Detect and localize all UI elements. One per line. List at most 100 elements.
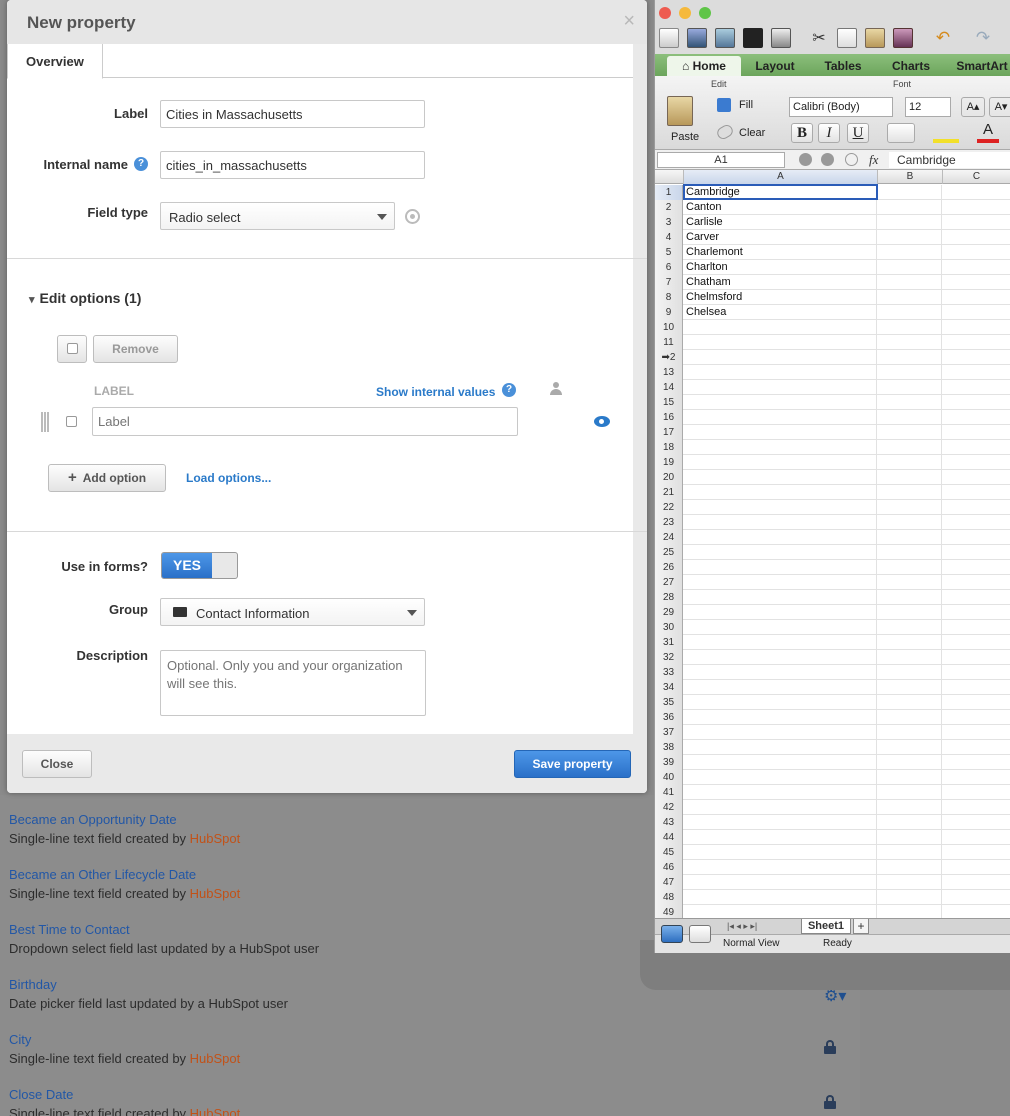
row-header[interactable]: 6 — [655, 260, 683, 275]
italic-button[interactable]: I — [818, 123, 840, 143]
cell-a[interactable] — [684, 620, 877, 635]
cell-a[interactable]: Chelsea — [684, 305, 877, 320]
name-box[interactable]: A1 — [657, 152, 785, 168]
cell-a[interactable]: Charlton — [684, 260, 877, 275]
cancel-entry-icon[interactable] — [799, 153, 812, 166]
cell-b[interactable] — [878, 410, 942, 425]
font-name-select[interactable]: Calibri (Body) — [789, 97, 893, 117]
property-name-link[interactable]: Became an Opportunity Date — [9, 812, 240, 827]
underline-button[interactable]: U — [847, 123, 869, 143]
row-header[interactable]: 37 — [655, 725, 683, 740]
cell-b[interactable] — [878, 350, 942, 365]
cell-a[interactable] — [684, 335, 877, 350]
save-icon[interactable] — [743, 28, 763, 48]
add-sheet-button[interactable]: + — [853, 919, 869, 934]
label-input[interactable] — [160, 100, 425, 128]
select-all-checkbox[interactable] — [67, 343, 78, 354]
column-header-a[interactable]: A — [684, 170, 878, 184]
cell-b[interactable] — [878, 275, 942, 290]
cell-b[interactable] — [878, 800, 942, 815]
cell-b[interactable] — [878, 515, 942, 530]
row-header[interactable]: 10 — [655, 320, 683, 335]
cell-b[interactable] — [878, 470, 942, 485]
property-name-link[interactable]: City — [9, 1032, 240, 1047]
cell-a[interactable] — [684, 845, 877, 860]
cell-b[interactable] — [878, 650, 942, 665]
cell-a[interactable] — [684, 770, 877, 785]
cell-b[interactable] — [878, 635, 942, 650]
paste-label[interactable]: Paste — [671, 131, 699, 143]
format-painter-icon[interactable] — [893, 28, 913, 48]
close-button[interactable]: Close — [22, 750, 92, 778]
list-item[interactable]: Best Time to Contact Dropdown select fie… — [9, 922, 319, 956]
row-header[interactable]: 19 — [655, 455, 683, 470]
row-header[interactable]: 35 — [655, 695, 683, 710]
cell-b[interactable] — [878, 305, 942, 320]
cell-b[interactable] — [878, 365, 942, 380]
cut-icon[interactable]: ✂ — [809, 28, 829, 48]
row-header[interactable]: 46 — [655, 860, 683, 875]
fill-icon[interactable] — [717, 98, 731, 112]
cell-a[interactable] — [684, 605, 877, 620]
bold-button[interactable]: B — [791, 123, 813, 143]
cell-a[interactable] — [684, 875, 877, 890]
cell-a[interactable] — [684, 590, 877, 605]
row-header[interactable]: 24 — [655, 530, 683, 545]
zoom-window-icon[interactable] — [699, 7, 711, 19]
load-options-link[interactable]: Load options... — [186, 471, 271, 485]
list-item[interactable]: Became an Other Lifecycle Date Single-li… — [9, 867, 240, 901]
cell-a[interactable] — [684, 410, 877, 425]
row-header[interactable]: 11 — [655, 335, 683, 350]
option-checkbox[interactable] — [66, 416, 77, 427]
row-header[interactable]: 38 — [655, 740, 683, 755]
internal-name-input[interactable] — [160, 151, 425, 179]
cell-a[interactable] — [684, 665, 877, 680]
page-layout-view-icon[interactable] — [689, 925, 711, 943]
row-header[interactable]: 9 — [655, 305, 683, 320]
cell-b[interactable] — [878, 740, 942, 755]
help-icon[interactable]: ? — [502, 383, 516, 397]
cell-a[interactable] — [684, 710, 877, 725]
redo-icon[interactable]: ↷ — [973, 28, 993, 48]
cell-b[interactable] — [878, 590, 942, 605]
row-header[interactable]: 28 — [655, 590, 683, 605]
row-header[interactable]: 42 — [655, 800, 683, 815]
cell-b[interactable] — [878, 785, 942, 800]
cell-b[interactable] — [878, 770, 942, 785]
tab-smartart[interactable]: SmartArt — [947, 56, 1010, 76]
list-item[interactable]: Birthday Date picker field last updated … — [9, 977, 288, 1011]
cell-b[interactable] — [878, 440, 942, 455]
row-header[interactable]: 2 — [655, 200, 683, 215]
cell-a[interactable] — [684, 680, 877, 695]
cell-b[interactable] — [878, 665, 942, 680]
cell-b[interactable] — [878, 425, 942, 440]
cell-a[interactable] — [684, 830, 877, 845]
save-property-button[interactable]: Save property — [514, 750, 631, 778]
field-type-select[interactable]: Radio select — [160, 202, 395, 230]
clear-button[interactable]: Clear — [739, 127, 765, 139]
row-header[interactable]: 34 — [655, 680, 683, 695]
cell-a[interactable] — [684, 755, 877, 770]
row-header[interactable]: 44 — [655, 830, 683, 845]
option-label-input[interactable] — [92, 407, 518, 436]
row-header[interactable]: 27 — [655, 575, 683, 590]
cell-a[interactable] — [684, 365, 877, 380]
row-header[interactable]: ➡2 — [655, 350, 683, 365]
cell-b[interactable] — [878, 860, 942, 875]
cell-b[interactable] — [878, 260, 942, 275]
edit-options-toggle[interactable]: ▾ Edit options (1) — [29, 290, 141, 306]
remove-button[interactable]: Remove — [93, 335, 178, 363]
formula-input[interactable]: Cambridge — [889, 152, 1010, 168]
minimize-window-icon[interactable] — [679, 7, 691, 19]
cell-a[interactable] — [684, 860, 877, 875]
paste-large-icon[interactable] — [667, 96, 693, 126]
cell-b[interactable] — [878, 575, 942, 590]
row-header[interactable]: 26 — [655, 560, 683, 575]
description-textarea[interactable] — [160, 650, 426, 716]
cell-a[interactable] — [684, 560, 877, 575]
cell-b[interactable] — [878, 620, 942, 635]
row-header[interactable]: 22 — [655, 500, 683, 515]
cell-a[interactable]: Canton — [684, 200, 877, 215]
list-item[interactable]: Close Date Single-line text field create… — [9, 1087, 240, 1116]
undo-icon[interactable]: ↶ — [933, 28, 953, 48]
